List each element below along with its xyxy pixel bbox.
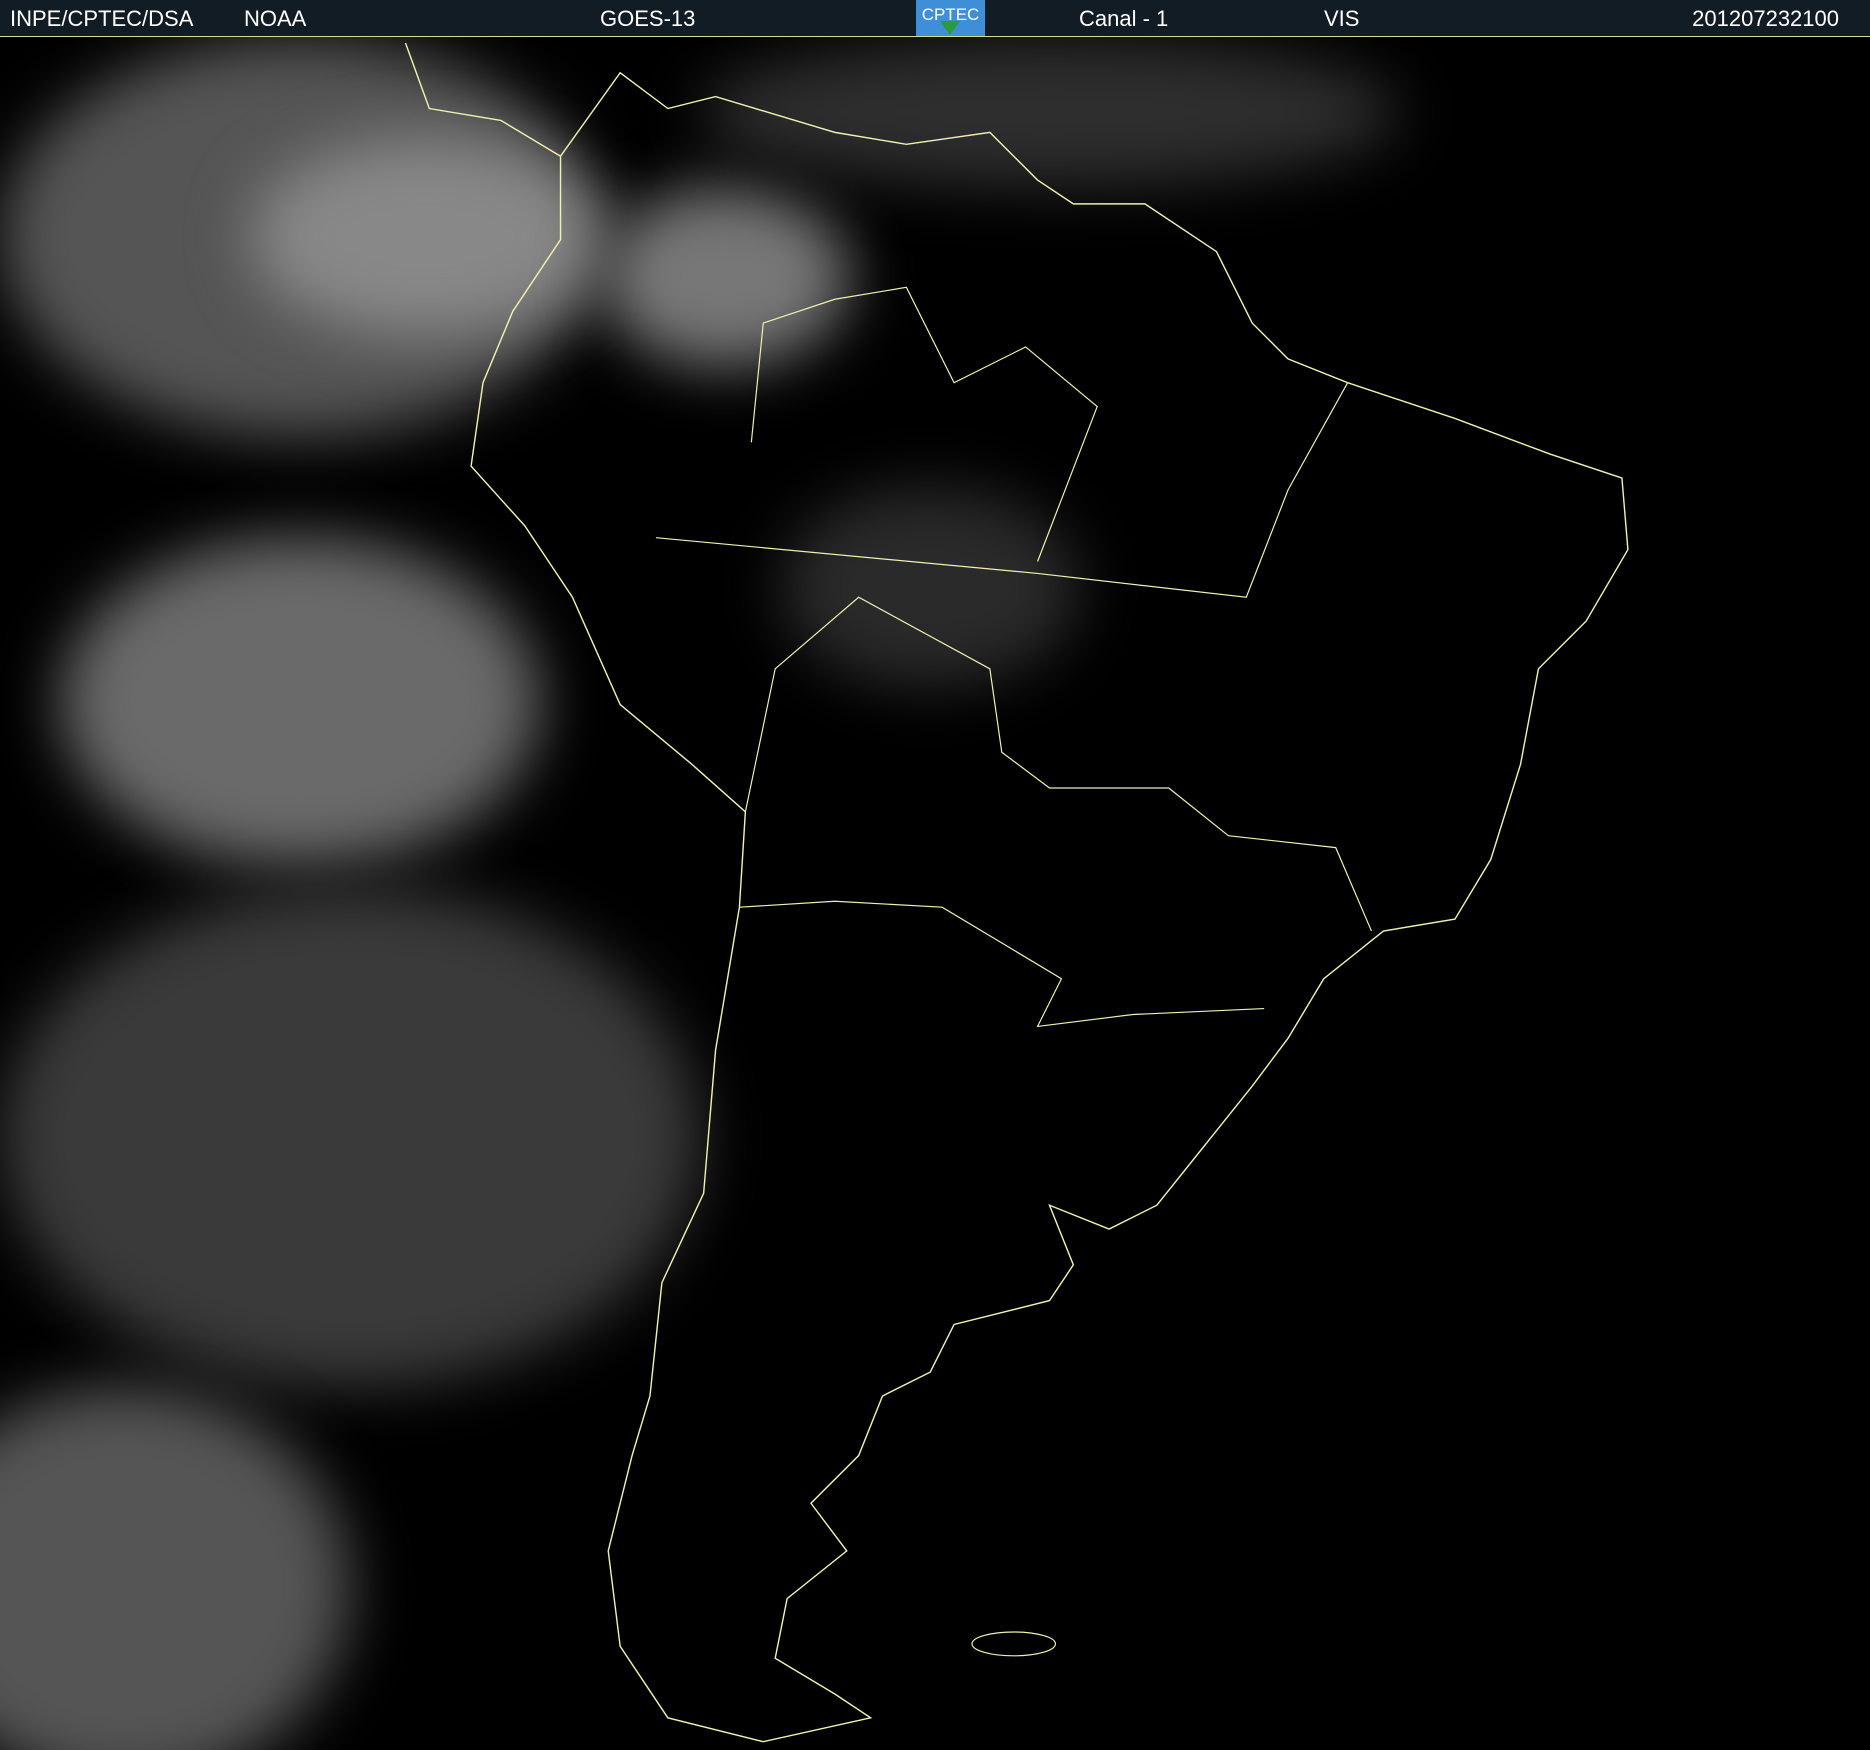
logo-triangle-icon: [940, 21, 960, 35]
south-america-coastline: [470, 71, 1629, 1743]
falkland-islands: [971, 1631, 1057, 1657]
provider-label: NOAA: [244, 6, 307, 31]
satellite-image: [0, 37, 1870, 1750]
central-america-coastline: [404, 42, 561, 157]
cptec-logo: CPTEC: [916, 0, 985, 36]
agency-label: INPE/CPTEC/DSA: [10, 6, 194, 31]
country-border: [739, 900, 1265, 1028]
coastline-overlay: [404, 42, 1629, 1743]
band-label: VIS: [1324, 6, 1360, 31]
country-border: [744, 596, 1373, 932]
channel-label: Canal - 1: [1079, 6, 1169, 31]
country-border: [750, 286, 1098, 562]
country-border: [655, 382, 1349, 598]
timestamp-label: 201207232100: [1692, 6, 1839, 31]
satellite-label: GOES-13: [600, 6, 696, 31]
image-header-bar: INPE/CPTEC/DSA NOAA GOES-13 CPTEC Canal …: [0, 0, 1870, 37]
